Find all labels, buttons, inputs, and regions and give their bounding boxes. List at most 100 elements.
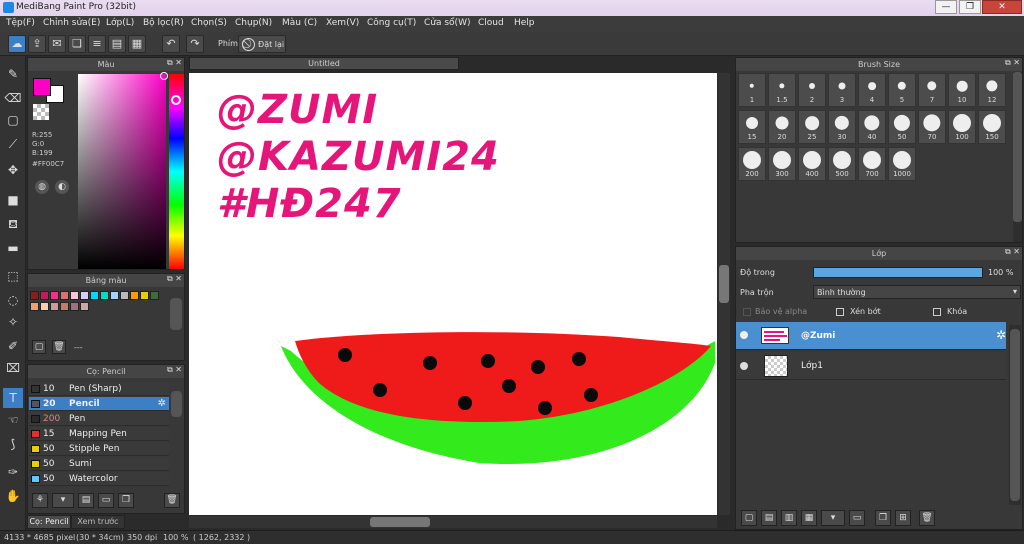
grid-icon[interactable]: ▦ — [128, 35, 146, 53]
palette-scrollbar[interactable] — [170, 298, 182, 330]
new-layer-icon[interactable]: ▢ — [741, 510, 757, 526]
new-1bit-layer-icon[interactable]: ▥ — [781, 510, 797, 526]
palette-swatch[interactable] — [130, 291, 139, 300]
hue-slider-handle[interactable] — [171, 95, 181, 105]
duplicate-icon[interactable]: ❐ — [118, 493, 134, 508]
brush-list-scrollbar[interactable] — [171, 391, 182, 417]
folder-icon[interactable]: ▭ — [849, 510, 865, 526]
redo-icon[interactable]: ↷ — [186, 35, 204, 53]
menu-cloud[interactable]: Cloud — [478, 18, 504, 28]
palette-swatch[interactable] — [100, 291, 109, 300]
brush-settings-icon[interactable]: ▤ — [78, 493, 94, 508]
merge-layer-icon[interactable]: ⊞ — [895, 510, 911, 526]
blend-mode-select[interactable]: Bình thường ▾ — [813, 285, 1021, 299]
brush-size-cell[interactable]: 50 — [888, 110, 916, 144]
brush-size-scrollbar-thumb[interactable] — [1013, 72, 1022, 222]
transparent-swatch[interactable] — [33, 104, 49, 120]
brush-item-mapping-pen[interactable]: 15 Mapping Pen — [29, 427, 169, 441]
palette-swatch[interactable] — [50, 291, 59, 300]
line-tool-icon[interactable]: ⟋ — [3, 134, 23, 154]
palette-swatch[interactable] — [50, 302, 59, 311]
palette-swatch[interactable] — [80, 302, 89, 311]
palette-swatch[interactable] — [30, 302, 39, 311]
undo-icon[interactable]: ↶ — [162, 35, 180, 53]
new-palette-icon[interactable]: ▢ — [32, 340, 46, 354]
lock-checkbox[interactable] — [933, 308, 941, 316]
brush-size-cell[interactable]: 700 — [858, 147, 886, 181]
tab-untitled[interactable]: Untitled — [189, 57, 459, 70]
move-tool-icon[interactable]: ✥ — [3, 160, 23, 180]
gradient-tool-icon[interactable]: ▬ — [3, 238, 23, 258]
brush-size-cell[interactable]: 100 — [948, 110, 976, 144]
brush-size-cell[interactable]: 3 — [828, 73, 856, 107]
menu-window[interactable]: Cửa sổ(W) — [424, 18, 470, 28]
brush-size-cell[interactable]: 1000 — [888, 147, 916, 181]
brush-size-cell[interactable]: 30 — [828, 110, 856, 144]
layer-scrollbar-thumb[interactable] — [1010, 329, 1020, 501]
new-8bit-layer-icon[interactable]: ▦ — [801, 510, 817, 526]
brush-size-cell[interactable]: 70 — [918, 110, 946, 144]
trash-icon[interactable]: 🗑 — [919, 510, 935, 526]
brush-menu-icon[interactable]: ▾ — [52, 493, 74, 508]
brush-size-cell[interactable]: 4 — [858, 73, 886, 107]
palette-swatch[interactable] — [40, 302, 49, 311]
menu-layer[interactable]: Lớp(L) — [106, 18, 134, 28]
menu-tools[interactable]: Công cụ(T) — [367, 18, 416, 28]
panel-buttons[interactable]: ⧉ ✕ — [167, 365, 182, 375]
chat-icon[interactable]: ✉ — [48, 35, 66, 53]
magic-wand-tool-icon[interactable]: ✧ — [3, 312, 23, 332]
menu-edit[interactable]: Chỉnh sửa(E) — [43, 18, 100, 28]
bucket-tool-icon[interactable]: ⛾ — [3, 214, 23, 234]
brush-size-cell[interactable]: 2 — [798, 73, 826, 107]
restore-button[interactable]: ❐ — [959, 0, 981, 14]
brush-size-cell[interactable]: 400 — [798, 147, 826, 181]
brush-size-cell[interactable]: 500 — [828, 147, 856, 181]
gear-icon[interactable]: ✲ — [996, 328, 1006, 342]
page-manage-icon[interactable]: ▤ — [108, 35, 126, 53]
dropper-tool-icon[interactable]: ⟆ — [3, 434, 23, 454]
palette-swatch[interactable] — [140, 291, 149, 300]
eyedropper-tool-icon[interactable]: ✑ — [3, 462, 23, 482]
menu-color[interactable]: Màu (C) — [282, 18, 317, 28]
palette-icon[interactable]: ◍ — [35, 180, 49, 194]
brush-size-cell[interactable]: 10 — [948, 73, 976, 107]
fill-rect-tool-icon[interactable]: ■ — [3, 190, 23, 210]
trash-icon[interactable]: 🗑 — [52, 340, 66, 354]
operation-tool-icon[interactable]: ☜ — [3, 410, 23, 430]
menu-help[interactable]: Help — [514, 18, 535, 28]
brush-size-cell[interactable]: 150 — [978, 110, 1006, 144]
tab-brush-preview[interactable]: Xem trước cọ — [71, 515, 125, 538]
horizontal-scrollbar-thumb[interactable] — [370, 517, 430, 527]
vertical-scrollbar[interactable] — [718, 73, 730, 515]
palette-swatch[interactable] — [60, 291, 69, 300]
select-pen-tool-icon[interactable]: ✐ — [3, 336, 23, 356]
protect-alpha-checkbox[interactable] — [743, 308, 751, 316]
brush-item-pen-sharp[interactable]: 10 Pen (Sharp) — [29, 382, 169, 396]
tab-brush[interactable]: Cọ: Pencil — [27, 515, 71, 529]
brush-size-cell[interactable]: 300 — [768, 147, 796, 181]
palette-swatch[interactable] — [40, 291, 49, 300]
close-button[interactable]: ✕ — [982, 0, 1022, 14]
brush-size-cell[interactable]: 12 — [978, 73, 1006, 107]
new-halftone-layer-icon[interactable]: ▤ — [761, 510, 777, 526]
layer-menu-icon[interactable]: ▾ — [821, 510, 845, 526]
palette-swatch[interactable] — [70, 291, 79, 300]
opacity-slider[interactable] — [813, 267, 983, 278]
select-tool-icon[interactable]: ⬚ — [3, 266, 23, 286]
layer-row-lop1[interactable]: Lớp1 — [736, 352, 1006, 380]
brush-item-sumi[interactable]: 50 Sumi — [29, 457, 169, 471]
vertical-scrollbar-thumb[interactable] — [719, 265, 729, 303]
brush-size-cell[interactable]: 7 — [918, 73, 946, 107]
document-icon[interactable]: ≡ — [88, 35, 106, 53]
panel-buttons[interactable]: ⧉ ✕ — [167, 274, 182, 284]
eye-icon[interactable] — [740, 362, 748, 370]
layer-scrollbar[interactable] — [1009, 325, 1021, 505]
lasso-tool-icon[interactable]: ◌ — [3, 290, 23, 310]
panel-buttons[interactable]: ⧉ ✕ — [1005, 247, 1020, 257]
brush-size-cell[interactable]: 1 — [738, 73, 766, 107]
saturation-value-picker[interactable] — [78, 74, 166, 269]
menu-file[interactable]: Tệp(F) — [6, 18, 35, 28]
horizontal-scrollbar[interactable] — [189, 516, 717, 528]
brush-tool-icon[interactable]: ✎ — [3, 64, 23, 84]
brush-size-scrollbar[interactable] — [1013, 72, 1022, 242]
